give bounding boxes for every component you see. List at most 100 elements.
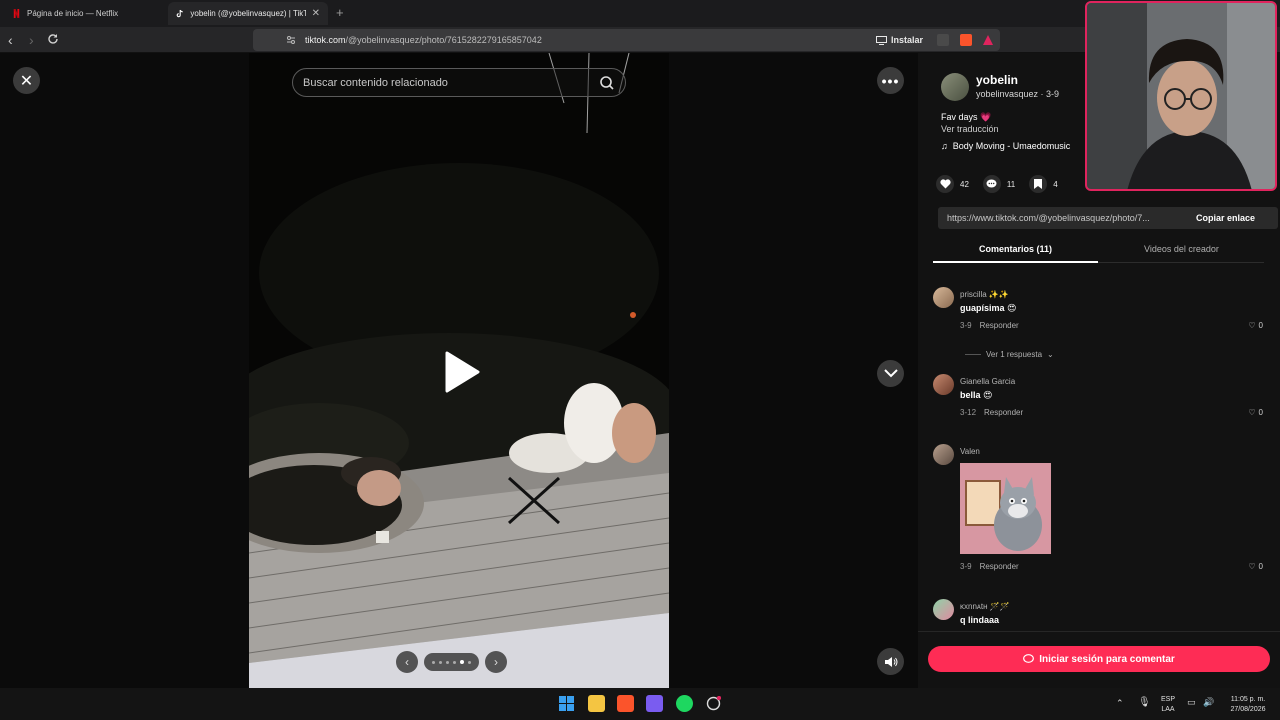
commenter-name[interactable]: Valen (960, 447, 980, 456)
netflix-icon (13, 9, 20, 18)
comment-like-button[interactable]: ♡ 0 (1248, 562, 1263, 571)
comment-date: 3-12 (960, 408, 977, 417)
slide-dot[interactable] (468, 660, 471, 664)
commenter-avatar[interactable] (933, 444, 954, 465)
back-icon[interactable]: ‹ (8, 32, 13, 48)
related-search-input[interactable]: Buscar contenido relacionado (292, 68, 626, 97)
chatgpt-icon[interactable] (705, 695, 722, 712)
copy-link-button[interactable]: Copiar enlace (1196, 213, 1255, 223)
comment-count: 11 (1006, 179, 1016, 189)
keyboard-layout: LAA (1161, 706, 1175, 713)
comment-meta: 3-9 Responder (960, 562, 1019, 571)
network-icon[interactable]: ▭ (1187, 697, 1196, 708)
author-avatar[interactable] (941, 73, 969, 101)
play-icon[interactable] (444, 351, 480, 393)
panel-tabs: Comentarios (11) Videos del creador (933, 239, 1264, 263)
like-button[interactable]: 42 (936, 175, 969, 193)
comment-item: Gianella Garcia bella 😍 3-12 Responder ♡ 0 (933, 374, 1263, 424)
file-explorer-icon[interactable] (588, 695, 605, 712)
translate-icon[interactable] (937, 34, 949, 46)
save-button[interactable]: 4 (1029, 175, 1058, 193)
commenter-avatar[interactable] (933, 374, 954, 395)
language-code: ESP (1160, 696, 1175, 703)
comment-text: bella 😍 (960, 390, 993, 400)
commenter-name[interactable]: ĸxnnᴀtʜ 🪄🪄 (960, 602, 1010, 611)
close-tab-icon[interactable]: ✕ (312, 8, 320, 19)
language-indicator[interactable]: ESP LAA (1158, 695, 1178, 715)
tab-netflix[interactable]: Página de inicio — Netflix (4, 2, 168, 25)
comment-like-count: 0 (1258, 321, 1263, 330)
heart-icon (936, 175, 954, 193)
commenter-name[interactable]: priscilla ✨✨ (960, 290, 1009, 299)
previous-slide-button[interactable]: ‹ (396, 651, 418, 673)
volume-icon[interactable]: 🔊 (1203, 697, 1214, 708)
tab-tiktok[interactable]: yobelin (@yobelinvasquez) | TikT... ✕ (168, 2, 328, 25)
forward-icon[interactable]: › (29, 32, 34, 48)
login-to-comment-button[interactable]: Iniciar sesión para comentar (928, 646, 1270, 672)
site-info-icon[interactable] (286, 35, 296, 45)
speaker-icon (884, 656, 897, 667)
slide-dot[interactable] (453, 660, 456, 664)
windows-start-icon[interactable] (558, 695, 575, 712)
author-handle[interactable]: yobelinvasquez · 3-9 (976, 89, 1059, 99)
close-icon: ✕ (19, 72, 34, 90)
music-link[interactable]: ♫ Body Moving - Umaedomusic (941, 141, 1070, 151)
comment-like-count: 0 (1258, 408, 1263, 417)
commenter-avatar[interactable] (933, 287, 954, 308)
search-icon[interactable] (599, 75, 615, 91)
more-icon: ••• (881, 72, 900, 89)
tab-comments[interactable]: Comentarios (11) (933, 244, 1098, 254)
reload-icon[interactable] (47, 33, 59, 45)
slide-dot[interactable] (439, 660, 442, 664)
chevron-right-icon: › (494, 655, 498, 669)
clock-time: 11:05 p. m. (1230, 696, 1266, 703)
share-url[interactable]: https://www.tiktok.com/@yobelinvasquez/p… (947, 213, 1177, 223)
new-tab-icon[interactable]: + (336, 5, 344, 20)
view-replies-button[interactable]: Ver 1 respuesta ⌄ (965, 350, 1054, 359)
share-link-row: https://www.tiktok.com/@yobelinvasquez/p… (938, 207, 1278, 229)
brave-browser-icon[interactable] (617, 695, 634, 712)
comment-date: 3-9 (960, 321, 972, 330)
comment-date: 3-9 (960, 562, 972, 571)
cat-sticker-image (960, 463, 1051, 554)
slide-dot[interactable] (446, 660, 449, 664)
spotify-icon[interactable] (676, 695, 693, 712)
tab-creator-videos[interactable]: Videos del creador (1099, 244, 1264, 254)
close-viewer-button[interactable]: ✕ (13, 67, 40, 94)
more-options-button[interactable]: ••• (877, 67, 904, 94)
game-controller-icon[interactable] (646, 695, 663, 712)
url-bar[interactable]: tiktok.com/@yobelinvasquez/photo/7615282… (253, 29, 1000, 51)
comment-sticker[interactable] (960, 463, 1051, 554)
install-app-button[interactable]: Instalar (876, 35, 923, 45)
volume-button[interactable] (877, 648, 904, 675)
clock[interactable]: 11:05 p. m. 27/08/2026 (1222, 695, 1274, 715)
reply-button[interactable]: Responder (984, 408, 1023, 417)
webcam-image (1087, 3, 1275, 189)
slide-dot[interactable] (432, 660, 435, 664)
heart-outline-icon: ♡ (1248, 562, 1256, 571)
comment-meta: 3-9 Responder (960, 321, 1019, 330)
next-post-button[interactable] (877, 360, 904, 387)
brave-shields-icon[interactable] (960, 34, 972, 46)
slide-dot-active[interactable] (460, 660, 464, 664)
post-actions: 42 11 4 (936, 175, 1072, 193)
comment-like-button[interactable]: ♡ 0 (1248, 408, 1263, 417)
commenter-avatar[interactable] (933, 599, 954, 620)
reply-button[interactable]: Responder (980, 562, 1019, 571)
bookmark-icon (1029, 175, 1048, 193)
tray-chevron-icon[interactable]: ⌃ (1116, 698, 1124, 709)
microphone-icon[interactable]: 🎙 (1138, 697, 1151, 708)
brave-rewards-icon[interactable] (982, 34, 994, 46)
clock-date: 27/08/2026 (1230, 706, 1266, 713)
comment-icon (982, 175, 1001, 193)
comment-like-button[interactable]: ♡ 0 (1248, 321, 1263, 330)
next-slide-button[interactable]: › (485, 651, 507, 673)
comment-meta: 3-12 Responder (960, 408, 1023, 417)
author-name[interactable]: yobelin (976, 73, 1018, 87)
tab-title: Página de inicio — Netflix (27, 9, 119, 18)
translate-link[interactable]: Ver traducción (941, 124, 999, 134)
comment-button[interactable]: 11 (982, 175, 1016, 193)
commenter-name[interactable]: Gianella Garcia (960, 377, 1015, 386)
comment-login-bar: Iniciar sesión para comentar (918, 631, 1280, 688)
reply-button[interactable]: Responder (980, 321, 1019, 330)
